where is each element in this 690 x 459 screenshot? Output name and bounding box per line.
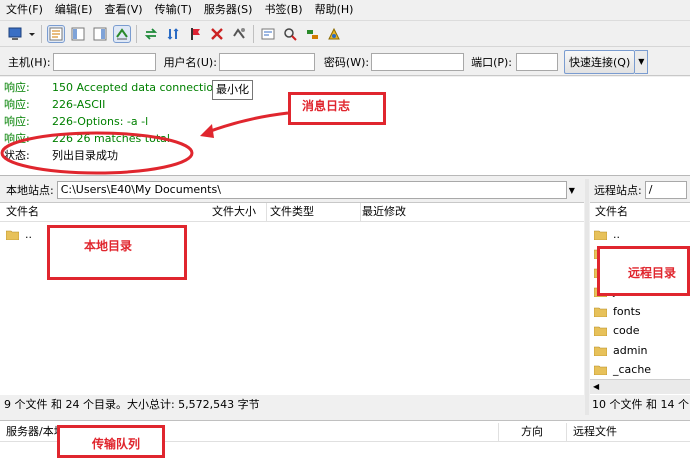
password-label: 密码(W): — [323, 55, 370, 69]
folder-icon — [6, 230, 19, 240]
file-name: .. — [25, 228, 32, 241]
folder-icon — [594, 230, 607, 240]
search-icon[interactable] — [326, 26, 342, 42]
quickconnect-dropdown-icon[interactable]: ▼ — [635, 49, 649, 74]
annotation-log-label: 消息日志 — [302, 99, 351, 113]
reconnect-icon[interactable] — [231, 26, 247, 42]
menu-bookmarks[interactable]: 书签(B) — [258, 0, 308, 20]
host-label: 主机(H): — [8, 55, 51, 69]
port-label: 端口(P): — [471, 55, 513, 69]
list-item[interactable]: admin — [594, 341, 647, 360]
local-site-label: 本地站点: — [6, 184, 54, 197]
log-kind: 响应: — [4, 132, 30, 145]
remote-site-bar: 远程站点: / — [590, 179, 690, 201]
scroll-left-icon[interactable]: ◀ — [593, 380, 599, 394]
pane-splitter[interactable] — [585, 179, 589, 415]
toggle-log-icon[interactable] — [47, 24, 65, 43]
filter-icon[interactable] — [260, 26, 276, 42]
folder-icon — [594, 326, 607, 336]
cancel-icon[interactable] — [187, 26, 203, 42]
site-manager-icon[interactable] — [7, 26, 23, 42]
toggle-remote-tree-icon[interactable] — [92, 26, 108, 42]
col-modified[interactable]: 最近修改 — [362, 203, 406, 221]
remote-list-header: 文件名 — [590, 203, 690, 222]
menu-edit[interactable]: 编辑(E) — [49, 0, 99, 20]
log-kind: 响应: — [4, 115, 30, 128]
log-text: 150 Accepted data connection — [52, 81, 221, 94]
menu-transfer[interactable]: 传输(T) — [149, 0, 198, 20]
remote-path-input[interactable]: / — [644, 181, 687, 199]
folder-icon — [594, 346, 607, 356]
log-line: 状态: 列出目录成功 — [4, 147, 118, 164]
password-input[interactable] — [371, 52, 465, 71]
local-path-dropdown-icon[interactable]: ▼ — [569, 186, 575, 195]
folder-icon — [594, 365, 607, 375]
log-text: 226-ASCII — [52, 98, 106, 111]
minimize-tooltip: 最小化 — [212, 80, 253, 100]
toolbar-separator — [41, 24, 42, 43]
user-label: 用户名(U): — [163, 55, 217, 69]
remote-status: 10 个文件 和 14 个 — [590, 396, 690, 414]
refresh-icon[interactable] — [143, 26, 159, 42]
list-item[interactable]: .. — [594, 225, 620, 244]
toolbar — [0, 21, 690, 47]
remote-horizontal-scrollbar[interactable]: ◀ — [590, 379, 690, 394]
log-line: 响应: 226-ASCII — [4, 96, 105, 113]
port-input[interactable] — [516, 52, 559, 71]
toolbar-separator — [253, 24, 254, 43]
local-path-input[interactable]: C:\Users\E40\My Documents\ — [56, 181, 567, 199]
toggle-tree-icon[interactable] — [70, 26, 86, 42]
file-name: _cache — [613, 363, 652, 376]
folder-icon — [594, 307, 607, 317]
sync-browse-icon[interactable] — [304, 26, 320, 42]
quickconnect-bar: 主机(H): 用户名(U): 密码(W): 端口(P): 快速连接(Q) ▼ — [0, 48, 690, 76]
log-text: 226 26 matches total — [52, 132, 170, 145]
annotation-queue-label: 传输队列 — [92, 437, 141, 451]
col-remote-filename[interactable]: 文件名 — [595, 203, 628, 221]
file-name: fonts — [613, 305, 641, 318]
log-kind: 响应: — [4, 98, 30, 111]
log-line: 响应: 226-Options: -a -l — [4, 113, 148, 130]
list-item[interactable]: fonts — [594, 302, 641, 321]
username-input[interactable] — [218, 52, 315, 71]
remote-file-list[interactable]: 文件名 .. stats lib js fonts code admin _ca… — [590, 202, 690, 395]
col-filename[interactable]: 文件名 — [6, 203, 39, 221]
local-status: 9 个文件 和 24 个目录。大小总计: 5,572,543 字节 — [0, 396, 584, 414]
toggle-queue-icon[interactable] — [113, 24, 131, 43]
col-queue-direction[interactable]: 方向 — [498, 423, 566, 441]
col-filetype[interactable]: 文件类型 — [266, 203, 361, 221]
local-site-bar: 本地站点: C:\Users\E40\My Documents\ ▼ — [0, 179, 584, 201]
log-line: 响应: 150 Accepted data connection — [4, 79, 220, 96]
annotation-local-label: 本地目录 — [84, 239, 133, 253]
host-input[interactable] — [52, 52, 156, 71]
log-text: 226-Options: -a -l — [52, 115, 149, 128]
menu-bar: 文件(F) 编辑(E) 查看(V) 传输(T) 服务器(S) 书签(B) 帮助(… — [0, 0, 690, 21]
col-queue-remote[interactable]: 远程文件 — [566, 423, 690, 441]
dropdown-arrow-icon[interactable] — [28, 26, 36, 42]
log-text: 列出目录成功 — [52, 149, 118, 162]
local-list-header: 文件名 文件大小 文件类型 最近修改 — [0, 203, 584, 222]
col-filesize[interactable]: 文件大小 — [212, 203, 256, 221]
menu-file[interactable]: 文件(F) — [0, 0, 49, 20]
log-kind: 响应: — [4, 81, 30, 94]
annotation-remote-label: 远程目录 — [628, 266, 677, 280]
menu-view[interactable]: 查看(V) — [98, 0, 148, 20]
toolbar-separator — [136, 24, 137, 43]
file-name: admin — [613, 344, 648, 357]
list-item[interactable]: code — [594, 321, 640, 340]
file-name: code — [613, 324, 640, 337]
file-name: .. — [613, 228, 620, 241]
log-kind: 状态: — [4, 149, 30, 162]
compare-icon[interactable] — [282, 26, 298, 42]
process-queue-icon[interactable] — [165, 26, 181, 42]
disconnect-icon[interactable] — [209, 26, 225, 42]
log-line: 响应: 226 26 matches total — [4, 130, 170, 147]
menu-server[interactable]: 服务器(S) — [198, 0, 259, 20]
list-item[interactable]: .. — [6, 225, 32, 244]
remote-site-label: 远程站点: — [594, 184, 642, 197]
menu-help[interactable]: 帮助(H) — [309, 0, 360, 20]
list-item[interactable]: _cache — [594, 360, 651, 379]
quickconnect-button[interactable]: 快速连接(Q) — [564, 49, 636, 74]
